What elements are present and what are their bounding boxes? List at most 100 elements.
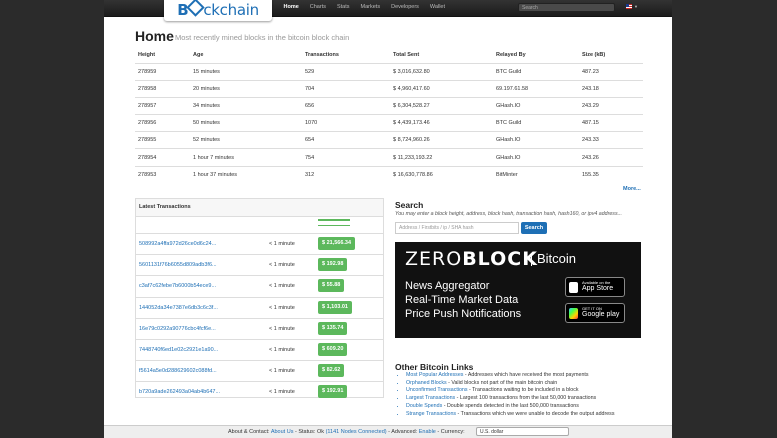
relayed-by-link[interactable]: BTC Guild <box>493 62 579 81</box>
link-description: - Largest 100 transactions from the last… <box>455 395 597 402</box>
list-item: Unconfirmed Transactions - Transactions … <box>406 387 614 395</box>
app-store-badge[interactable]: Available on the App Store <box>565 277 625 297</box>
block-size: 155.35 <box>579 165 643 183</box>
relayed-by-link[interactable]: GHash.IO <box>493 131 579 149</box>
block-height-link[interactable]: 278959 <box>135 62 190 81</box>
block-tx-count: 656 <box>302 97 390 115</box>
list-item: Largest Transactions - Largest 100 trans… <box>406 395 614 403</box>
tx-time: < 1 minute <box>269 283 295 290</box>
block-height-link[interactable]: 278956 <box>135 114 190 132</box>
left-gutter <box>0 0 104 437</box>
relayed-by-link[interactable]: GHash.IO <box>493 97 579 115</box>
block-height-link[interactable]: 278957 <box>135 97 190 115</box>
table-row: 278957 34 minutes 656 $ 6,304,528.27 GHa… <box>135 97 643 115</box>
nav-charts[interactable]: Charts <box>304 0 331 16</box>
tx-hash-link[interactable]: 508992a4ffa972d26ce0d6c24... <box>139 241 216 247</box>
column-header: Transactions <box>302 47 390 64</box>
right-gutter <box>672 0 777 437</box>
relayed-by-link[interactable]: 69.197.61.58 <box>493 80 579 98</box>
nodes-connected-link[interactable]: (1141 Nodes Connected) <box>326 429 387 435</box>
table-row: 278958 20 minutes 704 $ 4,960,417.60 69.… <box>135 80 643 98</box>
ad-brand-part: ZERO <box>405 248 463 270</box>
ad-line: News Aggregator <box>405 280 490 292</box>
strange-transactions-link[interactable]: Strange Transactions <box>406 411 456 417</box>
relayed-by-link[interactable]: GHash.IO <box>493 148 579 167</box>
relayed-by-link[interactable]: BTC Guild <box>493 114 579 132</box>
tx-hash-link[interactable]: c3af7c62febe7b6000b54ece9... <box>139 283 216 289</box>
column-header: Size (kB) <box>579 47 643 64</box>
tx-amount-badge[interactable]: $ 192.91 <box>318 385 348 399</box>
tx-hash-link[interactable]: 144052da34e7387e6db3c6c3f... <box>139 305 218 311</box>
block-height-link[interactable]: 278953 <box>135 165 190 183</box>
block-total-sent: $ 8,724,960.26 <box>390 131 493 149</box>
tx-hash-link[interactable]: b720a9ade262493a04ab4b647... <box>139 389 220 395</box>
unconfirmed-transactions-link[interactable]: Unconfirmed Transactions <box>406 387 468 393</box>
block-size: 243.33 <box>579 131 643 149</box>
list-item: Most Popular Addresses - Addresses which… <box>406 372 614 380</box>
list-item: Double Spends - Double spends detected i… <box>406 403 614 411</box>
block-height-link[interactable]: 278955 <box>135 131 190 149</box>
us-flag-icon[interactable] <box>626 4 632 9</box>
search-help-text: You may enter a block height, address, b… <box>395 211 623 217</box>
orphaned-blocks-link[interactable]: Orphaned Blocks <box>406 380 447 386</box>
nav-stats[interactable]: Stats <box>331 0 355 16</box>
currency-select[interactable]: U.S. dollar <box>476 427 569 436</box>
latest-transactions-panel: Latest Transactions 508992a4ffa972d26ce0… <box>135 198 384 399</box>
largest-transactions-link[interactable]: Largest Transactions <box>406 395 455 401</box>
footer-label: - Status: <box>293 429 316 435</box>
zeroblock-ad-banner[interactable]: ZEROBLOCK Bitcoin News Aggregator Real-T… <box>395 242 641 338</box>
tx-amount-badge[interactable]: $ 1,103.01 <box>318 300 352 314</box>
tx-amount-badge[interactable]: $ 192.98 <box>318 258 348 272</box>
tx-hash-link[interactable]: 5601131f76b6055d809adb3f6... <box>139 262 217 268</box>
list-item: c3af7c62febe7b6000b54ece9... < 1 minute … <box>136 276 383 298</box>
page-subtitle: Most recently mined blocks in the bitcoi… <box>175 33 350 42</box>
block-tx-count: 704 <box>302 80 390 98</box>
tx-amount-badge[interactable]: $ 21,566.34 <box>318 237 356 250</box>
block-size: 243.18 <box>579 80 643 98</box>
tx-time: < 1 minute <box>269 346 295 353</box>
about-us-link[interactable]: About Us <box>271 429 294 435</box>
tx-hash-link[interactable]: 16e79c0292a90776cbc4fcf6e... <box>139 326 216 332</box>
nav-wallet[interactable]: Wallet <box>424 0 450 16</box>
chevron-down-icon[interactable]: ▼ <box>634 4 638 9</box>
block-total-sent: $ 11,233,193.22 <box>390 148 493 167</box>
nav-home[interactable]: Home <box>278 0 304 16</box>
search-title: Search <box>395 200 424 210</box>
tx-amount-badge[interactable]: $ 55.88 <box>318 279 345 293</box>
block-height-link[interactable]: 278958 <box>135 80 190 98</box>
double-spends-link[interactable]: Double Spends <box>406 403 442 409</box>
ad-brand-part: BLOCK <box>462 248 538 270</box>
search-input[interactable]: Address / Firstbits / ip / SHA hash <box>395 222 519 234</box>
popular-addresses-link[interactable]: Most Popular Addresses <box>406 372 463 378</box>
block-total-sent: $ 4,439,173.46 <box>390 114 493 132</box>
block-tx-count: 1070 <box>302 114 390 132</box>
relayed-by-link[interactable]: BitMinter <box>493 165 579 183</box>
advanced-enable-link[interactable]: Enable <box>419 429 436 435</box>
ad-line: Real-Time Market Data <box>405 294 519 306</box>
block-tx-count: 754 <box>302 148 390 167</box>
ad-brand: ZEROBLOCK <box>405 248 538 270</box>
link-description: - Transactions waiting to be included in… <box>467 387 579 394</box>
latest-transactions-title: Latest Transactions <box>136 199 383 217</box>
block-height-link[interactable]: 278954 <box>135 148 190 167</box>
more-blocks-link[interactable]: More... <box>623 186 641 192</box>
search-button[interactable]: Search <box>521 222 547 234</box>
tx-amount-badge[interactable]: $ 82.62 <box>318 364 345 378</box>
tx-amount-badge[interactable]: $ 609.20 <box>318 342 348 356</box>
google-play-badge[interactable]: GET IT ON Google play <box>565 303 625 323</box>
list-item: 5601131f76b6055d809adb3f6... < 1 minute … <box>136 255 383 277</box>
blockchain-logo[interactable]: Bckchain <box>164 0 272 21</box>
link-description: - Addresses which have received the most… <box>463 372 589 378</box>
nav-markets[interactable]: Markets <box>355 0 386 16</box>
ad-brand-bitcoin: Bitcoin <box>537 251 577 266</box>
tx-hash-link[interactable]: 7448740f6ed1e02c2921e1a90... <box>139 347 218 353</box>
tx-amount-badge[interactable]: $ 135.74 <box>318 321 348 335</box>
other-links-list: Most Popular Addresses - Addresses which… <box>400 372 614 418</box>
nav-developers[interactable]: Developers <box>386 0 425 16</box>
column-header: Total Sent <box>390 47 493 64</box>
tx-time: < 1 minute <box>269 262 295 269</box>
column-header: Height <box>135 47 190 64</box>
link-description: - Double spends detected in the last 500… <box>442 402 579 409</box>
nav-search-input[interactable]: Search <box>518 3 615 12</box>
tx-hash-link[interactable]: f5614a5e0d288629602c088fd... <box>139 368 217 374</box>
